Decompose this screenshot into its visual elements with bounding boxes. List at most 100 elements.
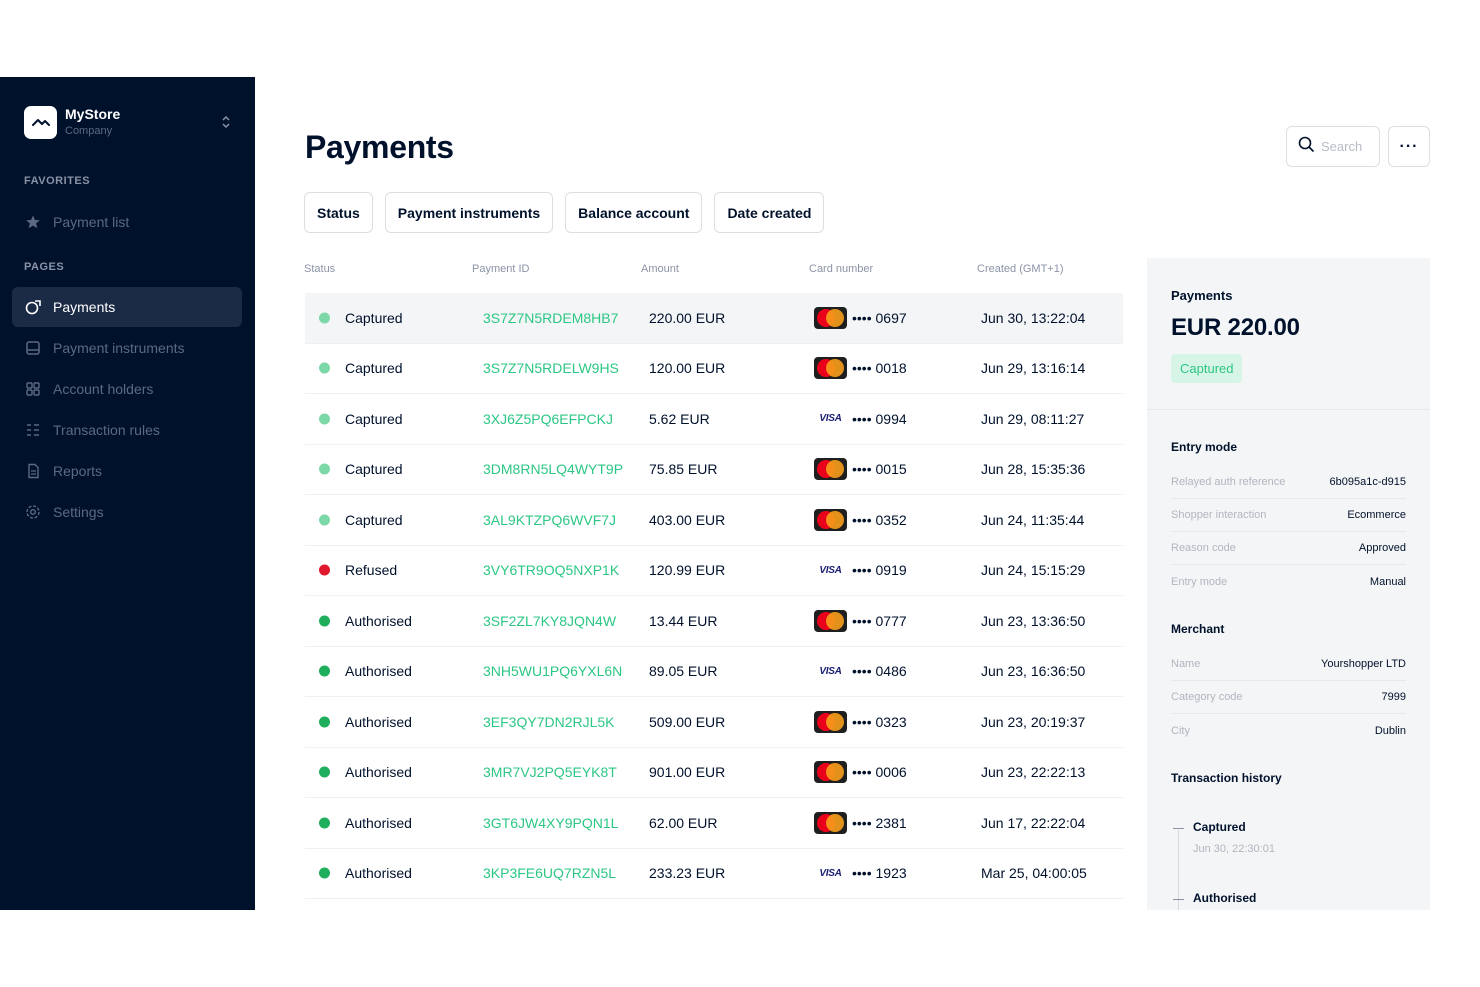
sidebar-item-label: Settings: [53, 504, 104, 520]
detail-value: Yourshopper LTD: [1321, 658, 1406, 670]
created-date: Jun 23, 13:36:50: [981, 612, 1086, 629]
sidebar-item-transaction-rules[interactable]: Transaction rules: [12, 410, 242, 450]
card-number-text: •••• 0018: [852, 360, 907, 377]
sidebar-item-account-holders[interactable]: Account holders: [12, 369, 242, 409]
mastercard-logo-icon: [814, 357, 847, 380]
filter-bar: Status Payment instruments Balance accou…: [304, 192, 825, 233]
table-row[interactable]: Authorised 3GT6JW4XY9PQN1L 62.00 EUR •••• 2…: [305, 798, 1123, 849]
status-text: Authorised: [345, 612, 412, 629]
visa-logo-icon: VISA: [814, 862, 847, 885]
card-number: •••• 0006: [814, 761, 907, 784]
table-row[interactable]: Authorised 3EF3QY7DN2RJL5K 509.00 EUR •••• …: [305, 697, 1123, 748]
detail-amount: EUR 220.00: [1171, 314, 1300, 341]
table-row[interactable]: Authorised 3SF2ZL7KY8JQN4W 13.44 EUR •••• 0…: [305, 596, 1123, 647]
status-dot: [319, 312, 330, 324]
amount-text: 62.00 EUR: [649, 814, 718, 831]
detail-row: Entry mode Manual: [1171, 565, 1406, 598]
payment-id-link[interactable]: 3VY6TR9OQ5NXP1K: [483, 562, 619, 578]
detail-row: Name Yourshopper LTD: [1171, 648, 1406, 681]
sidebar-item-payment-instruments[interactable]: Payment instruments: [12, 328, 242, 368]
payment-id-link[interactable]: 3S7Z7N5RDEM8HB7: [483, 310, 618, 326]
payments-table: Captured 3S7Z7N5RDEM8HB7 220.00 EUR •••• 06…: [305, 293, 1123, 899]
search-box[interactable]: [1286, 126, 1380, 167]
detail-label: Payments: [1171, 288, 1233, 303]
payment-id-link[interactable]: 3MR7VJ2PQ5EYK8T: [483, 764, 617, 780]
filter-date-created-button[interactable]: Date created: [714, 192, 825, 233]
detail-value: 7999: [1381, 691, 1406, 703]
detail-header: Payments EUR 220.00 Captured: [1147, 258, 1430, 410]
store-switcher[interactable]: MyStore Company: [24, 106, 231, 139]
payment-id-link[interactable]: 3KP3FE6UQ7RZN5L: [483, 865, 616, 881]
filter-status-button[interactable]: Status: [304, 192, 373, 233]
payment-id-link[interactable]: 3XJ6Z5PQ6EFPCKJ: [483, 411, 613, 427]
amount-text: 901.00 EUR: [649, 764, 726, 781]
payment-id-link[interactable]: 3AL9KTZPQ6WVF7J: [483, 512, 616, 528]
search-icon: [1298, 136, 1315, 158]
table-row[interactable]: Authorised 3NH5WU1PQ6YXL6N 89.05 EUR VISA ••…: [305, 647, 1123, 697]
detail-value: 6b095a1c-d915: [1329, 476, 1406, 488]
amount-text: 120.00 EUR: [649, 360, 726, 377]
sidebar-item-settings[interactable]: Settings: [12, 492, 242, 532]
payment-id-link[interactable]: 3NH5WU1PQ6YXL6N: [483, 663, 622, 679]
timeline-event-time: Jun 30, 22:30:01: [1193, 843, 1275, 855]
payment-id-link[interactable]: 3S7Z7N5RDELW9HS: [483, 360, 619, 376]
detail-value: Manual: [1369, 575, 1406, 588]
created-date: Mar 25, 04:00:05: [981, 865, 1087, 882]
merchant-title: Merchant: [1171, 622, 1225, 636]
created-date: Jun 28, 15:35:36: [981, 461, 1086, 478]
sidebar-item-label: Reports: [53, 463, 103, 479]
payment-id-link[interactable]: 3GT6JW4XY9PQN1L: [483, 815, 618, 831]
column-header-status[interactable]: Status: [304, 263, 335, 275]
status-text: Captured: [345, 410, 403, 427]
detail-row: Category code 7999: [1171, 681, 1406, 714]
timeline-marker: [1173, 899, 1184, 900]
column-header-payment-id[interactable]: Payment ID: [472, 263, 529, 275]
table-row[interactable]: Captured 3S7Z7N5RDELW9HS 120.00 EUR •••• 00…: [305, 344, 1123, 394]
status-dot: [319, 665, 330, 677]
payment-id-link[interactable]: 3EF3QY7DN2RJL5K: [483, 714, 615, 730]
table-row[interactable]: Refused 3VY6TR9OQ5NXP1K 120.99 EUR VISA ••••…: [305, 546, 1123, 596]
visa-logo-icon: VISA: [814, 559, 847, 582]
favorites-section-label: FAVORITES: [24, 175, 91, 187]
created-date: Jun 23, 16:36:50: [981, 663, 1086, 680]
detail-key: Reason code: [1171, 542, 1236, 554]
status-text: Refused: [345, 562, 398, 579]
search-input[interactable]: [1321, 139, 1373, 154]
column-header-amount[interactable]: Amount: [641, 263, 679, 275]
table-row[interactable]: Authorised 3KP3FE6UQ7RZN5L 233.23 EUR VISA •…: [305, 849, 1123, 899]
status-dot: [319, 463, 330, 475]
table-row[interactable]: Captured 3XJ6Z5PQ6EFPCKJ 5.62 EUR VISA •••• …: [305, 394, 1123, 445]
filter-payment-instruments-button[interactable]: Payment instruments: [384, 192, 554, 233]
card-number: VISA •••• 1923: [814, 862, 907, 885]
table-row[interactable]: Captured 3S7Z7N5RDEM8HB7 220.00 EUR •••• 06…: [305, 293, 1123, 344]
filter-balance-account-button[interactable]: Balance account: [565, 192, 703, 233]
payment-id-link[interactable]: 3SF2ZL7KY8JQN4W: [483, 613, 616, 629]
detail-value: Dublin: [1374, 724, 1406, 737]
column-header-created[interactable]: Created (GMT+1): [977, 263, 1064, 275]
table-row[interactable]: Captured 3AL9KTZPQ6WVF7J 403.00 EUR •••• 03…: [305, 495, 1123, 546]
chevron-up-down-icon[interactable]: [221, 114, 231, 131]
created-date: Jun 23, 22:22:13: [981, 764, 1086, 781]
payment-id-link[interactable]: 3DM8RN5LQ4WYT9P: [483, 461, 623, 477]
status-text: Authorised: [345, 764, 412, 781]
sidebar: MyStore Company FAVORITES Payment list P…: [0, 77, 255, 910]
sidebar-item-reports[interactable]: Reports: [12, 451, 242, 491]
sidebar-item-payment-list[interactable]: Payment list: [12, 202, 242, 242]
sidebar-item-payments[interactable]: Payments: [12, 287, 242, 327]
card-number-text: •••• 2381: [852, 814, 907, 831]
table-row[interactable]: Captured 3DM8RN5LQ4WYT9P 75.85 EUR •••• 001…: [305, 445, 1123, 495]
status-text: Authorised: [345, 663, 412, 680]
table-row[interactable]: Authorised 3MR7VJ2PQ5EYK8T 901.00 EUR •••• …: [305, 748, 1123, 798]
status-dot: [319, 362, 330, 374]
card-number-text: •••• 0352: [852, 511, 907, 528]
more-options-button[interactable]: ···: [1388, 126, 1430, 167]
sidebar-item-label: Payment instruments: [53, 340, 185, 356]
sidebar-item-label: Payment list: [53, 214, 130, 230]
column-header-card-number[interactable]: Card number: [809, 263, 873, 275]
created-date: Jun 17, 22:22:04: [981, 814, 1086, 831]
status-dot: [319, 413, 330, 425]
created-date: Jun 30, 13:22:04: [981, 309, 1086, 326]
payments-icon: [24, 298, 42, 316]
mastercard-logo-icon: [814, 306, 847, 329]
amount-text: 233.23 EUR: [649, 865, 726, 882]
